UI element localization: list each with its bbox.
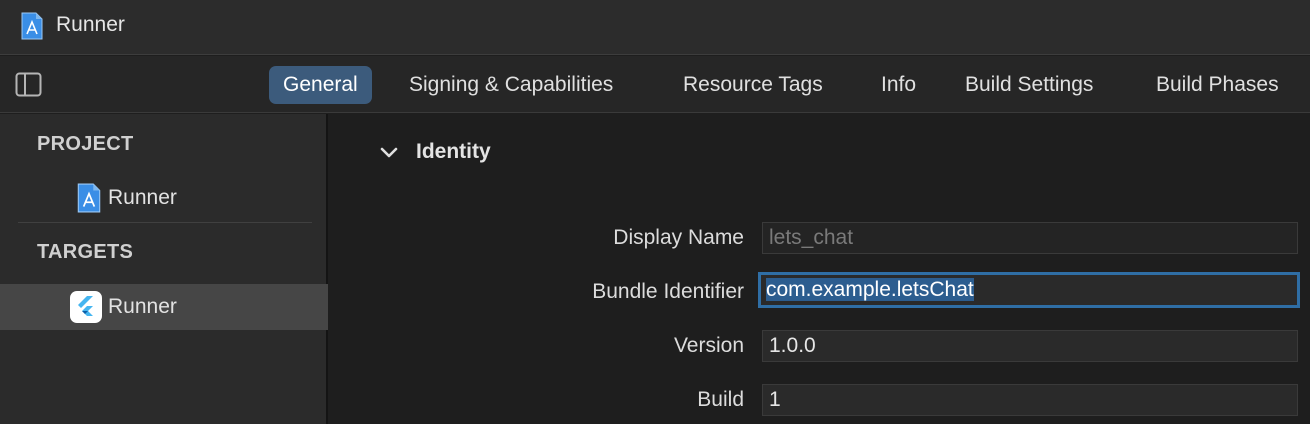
sidebar-item-label: Runner bbox=[108, 295, 177, 318]
identity-section-title: Identity bbox=[416, 140, 491, 163]
display-name-label: Display Name bbox=[613, 226, 744, 249]
window-title: Runner bbox=[56, 13, 125, 36]
project-navigator: PROJECT Runner TARGETS Runner bbox=[0, 114, 328, 424]
tab-signing-capabilities[interactable]: Signing & Capabilities bbox=[395, 66, 627, 104]
version-field[interactable]: 1.0.0 bbox=[762, 330, 1298, 362]
xcode-project-icon bbox=[77, 183, 101, 213]
build-label: Build bbox=[697, 388, 744, 411]
xcode-project-icon bbox=[21, 12, 43, 40]
bundle-identifier-label: Bundle Identifier bbox=[592, 280, 744, 303]
general-settings-editor: Identity Display Name lets_chat Bundle I… bbox=[330, 114, 1310, 424]
version-label: Version bbox=[673, 334, 744, 357]
window-titlebar: Runner bbox=[0, 0, 1310, 55]
chevron-down-icon[interactable] bbox=[378, 142, 400, 164]
flutter-app-icon bbox=[70, 291, 102, 323]
build-field[interactable]: 1 bbox=[762, 384, 1298, 416]
sidebar-item-label: Runner bbox=[108, 186, 177, 209]
targets-section-header: TARGETS bbox=[37, 241, 134, 263]
tab-general[interactable]: General bbox=[269, 66, 372, 104]
sidebar-toggle-icon[interactable] bbox=[15, 71, 42, 98]
bundle-identifier-value: com.example.letsChat bbox=[766, 278, 974, 301]
sidebar-item-project-runner[interactable]: Runner bbox=[0, 175, 328, 221]
tab-build-phases[interactable]: Build Phases bbox=[1142, 66, 1293, 104]
sidebar-divider bbox=[18, 222, 312, 223]
tab-build-settings[interactable]: Build Settings bbox=[951, 66, 1107, 104]
sidebar-item-target-runner[interactable]: Runner bbox=[0, 284, 328, 330]
display-name-field[interactable]: lets_chat bbox=[762, 222, 1298, 254]
editor-tab-bar: General Signing & Capabilities Resource … bbox=[0, 56, 1310, 113]
project-section-header: PROJECT bbox=[37, 133, 134, 155]
tab-resource-tags[interactable]: Resource Tags bbox=[669, 66, 837, 104]
tab-info[interactable]: Info bbox=[867, 66, 930, 104]
bundle-identifier-field[interactable]: com.example.letsChat bbox=[758, 272, 1300, 308]
